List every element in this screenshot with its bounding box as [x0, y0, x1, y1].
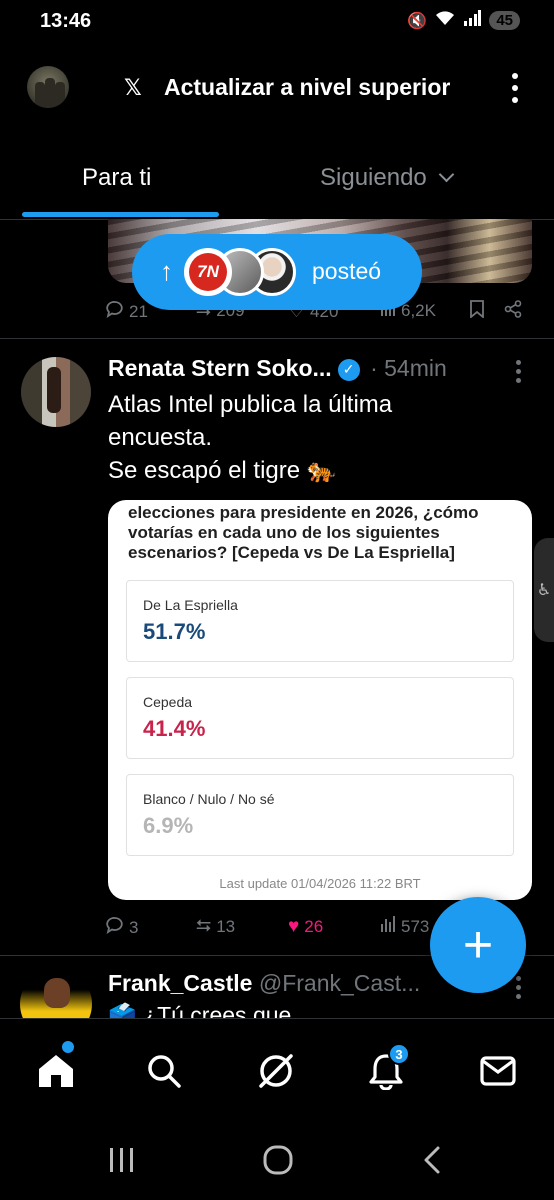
- post-header: Renata Stern Soko... ✓ · 54min: [108, 355, 447, 383]
- back-system-button[interactable]: [410, 1140, 454, 1180]
- poll-option-label: Blanco / Nulo / No sé: [143, 791, 275, 807]
- reply-icon: [106, 300, 124, 324]
- compose-post-button[interactable]: +: [430, 897, 526, 993]
- bookmark-button[interactable]: [470, 300, 484, 324]
- wifi-icon: [435, 10, 455, 31]
- verified-badge-icon: ✓: [337, 358, 360, 381]
- recent-apps-button[interactable]: [100, 1140, 144, 1180]
- upgrade-button[interactable]: Actualizar a nivel superior: [164, 74, 450, 101]
- back-icon: [424, 1146, 440, 1174]
- post-text-line: Atlas Intel publica la última: [108, 391, 393, 418]
- recent-apps-icon: [110, 1148, 133, 1172]
- tab-siguiendo-label: Siguiendo: [320, 164, 427, 191]
- like-count: 26: [304, 917, 324, 936]
- status-bar: 13:46 🔇 45: [0, 0, 554, 44]
- post-more-icon[interactable]: [516, 976, 521, 999]
- view-count: 573: [401, 917, 430, 936]
- post-header: Frank_Castle @Frank_Cast...: [108, 970, 420, 997]
- system-nav-bar: [0, 1120, 554, 1200]
- nav-home-button[interactable]: [34, 1049, 78, 1093]
- author-avatar[interactable]: [21, 357, 91, 427]
- poll-option-label: Cepeda: [143, 694, 193, 710]
- home-circle-icon: [263, 1145, 293, 1175]
- author-handle: @Frank_Cast...: [258, 970, 421, 996]
- poll-image[interactable]: elecciones para presidente en 2026, ¿cóm…: [108, 500, 532, 900]
- poll-option: Blanco / Nulo / No sé 6.9%: [126, 774, 514, 856]
- search-icon: [148, 1055, 181, 1088]
- posted-label: posteó: [312, 258, 382, 284]
- home-system-button[interactable]: [256, 1140, 300, 1180]
- nav-search-button[interactable]: [142, 1049, 186, 1093]
- grok-icon: [259, 1054, 293, 1088]
- reply-count: 21: [129, 302, 148, 321]
- chevron-down-icon: [438, 166, 455, 183]
- tab-siguiendo[interactable]: Siguiendo: [320, 164, 455, 192]
- poll-option-value: 6.9%: [143, 813, 194, 838]
- poll-last-update: Last update 01/04/2026 11:22 BRT: [219, 876, 421, 891]
- home-unread-dot: [62, 1041, 74, 1053]
- battery-indicator: 45: [489, 11, 520, 30]
- views-icon: [380, 916, 396, 938]
- post-more-icon[interactable]: [516, 360, 521, 383]
- profile-avatar[interactable]: [27, 66, 69, 108]
- notifications-badge: 3: [388, 1043, 410, 1065]
- more-options-icon[interactable]: [505, 68, 525, 108]
- active-tab-indicator: [22, 212, 219, 217]
- post-time: · 54min: [370, 355, 447, 381]
- author-name[interactable]: Renata Stern Soko...: [108, 355, 332, 381]
- nav-messages-button[interactable]: [476, 1049, 520, 1093]
- post-text-line: encuesta.: [108, 424, 213, 451]
- mail-icon: [480, 1056, 516, 1086]
- poll-option-label: De La Espriella: [143, 597, 238, 613]
- nav-grok-button[interactable]: [254, 1049, 298, 1093]
- post-divider: [0, 338, 554, 339]
- reply-icon: [106, 916, 124, 940]
- view-count: 6,2K: [401, 301, 436, 320]
- poll-option: De La Espriella 51.7%: [126, 580, 514, 662]
- bookmark-icon: [470, 300, 484, 324]
- reply-count: 3: [129, 918, 139, 937]
- tab-para-ti[interactable]: Para ti: [82, 164, 151, 192]
- status-time: 13:46: [40, 10, 92, 32]
- timeline-tabs: Para ti Siguiendo: [0, 150, 554, 220]
- new-posts-pill[interactable]: ↑ 7N posteó: [132, 234, 422, 310]
- repost-count: 13: [216, 917, 236, 936]
- post-text[interactable]: Atlas Intel publica la última encuesta. …: [108, 388, 528, 487]
- reply-button[interactable]: 3: [106, 916, 138, 940]
- top-header: 𝕏 Actualizar a nivel superior: [0, 62, 554, 114]
- bottom-nav: 3: [0, 1018, 554, 1120]
- heart-filled-icon: ♥: [288, 916, 300, 937]
- repost-button[interactable]: ⮀ 13: [196, 916, 235, 938]
- poll-option-value: 41.4%: [143, 716, 206, 741]
- x-logo-icon: 𝕏: [124, 75, 142, 100]
- reply-button[interactable]: 21: [106, 300, 148, 324]
- avatar-7n: 7N: [184, 248, 232, 296]
- repost-icon: ⮀: [196, 916, 212, 937]
- like-button[interactable]: ♥ 26: [288, 916, 323, 938]
- poll-option: Cepeda 41.4%: [126, 677, 514, 759]
- mute-icon: 🔇: [407, 12, 428, 30]
- share-button[interactable]: [504, 300, 522, 324]
- share-icon: [504, 300, 522, 324]
- views-button[interactable]: 573: [380, 916, 429, 938]
- status-icons: 🔇 45: [407, 10, 520, 31]
- poll-question: elecciones para presidente en 2026, ¿cóm…: [128, 503, 479, 562]
- accessibility-icon[interactable]: ♿: [534, 538, 554, 642]
- author-name[interactable]: Frank_Castle: [108, 970, 252, 996]
- home-icon: [39, 1055, 73, 1087]
- arrow-up-icon: ↑: [160, 256, 173, 286]
- poll-option-value: 51.7%: [143, 619, 206, 644]
- signal-icon: [463, 10, 482, 31]
- post-text-line: Se escapó el tigre 🐅: [108, 457, 337, 484]
